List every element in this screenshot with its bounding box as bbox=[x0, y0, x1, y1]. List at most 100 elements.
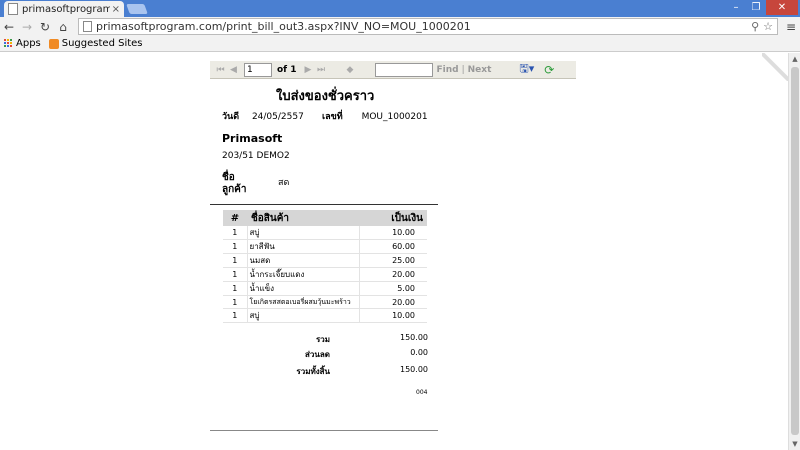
discount-value: 0.00 bbox=[410, 348, 428, 357]
back-to-parent-icon[interactable]: ◆ bbox=[344, 65, 357, 75]
vertical-scrollbar[interactable]: ▲ ▼ bbox=[788, 53, 800, 450]
header-qty: # bbox=[223, 210, 247, 226]
new-tab-button[interactable] bbox=[126, 4, 148, 14]
grand-total-value: 150.00 bbox=[400, 365, 428, 374]
next-page-icon[interactable]: ▶ bbox=[302, 65, 315, 75]
customer-label: ชื่อ ลูกค้า bbox=[222, 172, 247, 195]
company-address: 203/51 DEMO2 bbox=[222, 151, 290, 161]
row-qty: 1 bbox=[223, 239, 247, 254]
report-bottom-line bbox=[210, 430, 438, 431]
date-label: วันดี bbox=[222, 112, 240, 122]
report-viewer-toolbar: ⏮ ◀ 1 of 1 ▶ ⏭ ◆ Find | Next 🖫▾ ⟳ bbox=[210, 61, 576, 79]
items-table: # ชื่อสินค้า เป็นเงิน 1 สบู่ 10.00 1 ยาส… bbox=[223, 210, 427, 323]
restore-icon[interactable]: ❐ bbox=[746, 0, 766, 15]
row-name: สบู่ bbox=[246, 226, 360, 240]
suggested-sites-icon bbox=[48, 38, 59, 49]
discount-label: ส่วนลด bbox=[305, 350, 330, 359]
page-curl-icon bbox=[762, 53, 790, 81]
find-input[interactable] bbox=[374, 62, 433, 77]
table-row: 1 นมสด 25.00 bbox=[223, 253, 427, 268]
table-row: 1 สบู่ 10.00 bbox=[223, 226, 427, 240]
minimize-icon[interactable]: – bbox=[726, 0, 746, 15]
table-row: 1 โยเกิตรสสตอเบอรี่ผสมวุ้นมะพร้าว 20.00 bbox=[223, 295, 427, 309]
row-qty: 1 bbox=[223, 226, 247, 240]
page-info-icon bbox=[83, 21, 92, 32]
page-total-label: of 1 bbox=[277, 64, 297, 75]
tab-strip: primasoftprogram.co × – ❐ ✕ bbox=[0, 0, 800, 17]
row-amount: 25.00 bbox=[359, 253, 427, 268]
window-controls: – ❐ ✕ bbox=[726, 0, 798, 15]
row-amount: 60.00 bbox=[359, 239, 427, 254]
bookmark-apps[interactable]: Apps bbox=[4, 38, 41, 49]
row-amount: 20.00 bbox=[359, 267, 427, 282]
scroll-down-icon[interactable]: ▼ bbox=[789, 438, 800, 450]
number-value: MOU_1000201 bbox=[361, 112, 428, 122]
date-value: 24/05/2557 bbox=[251, 112, 304, 122]
company-name: Primasoft bbox=[222, 132, 283, 145]
find-separator: | bbox=[461, 64, 465, 75]
table-header-row: # ชื่อสินค้า เป็นเงิน bbox=[223, 210, 427, 226]
reload-icon[interactable]: ↻ bbox=[36, 18, 54, 36]
bookmark-label: Suggested Sites bbox=[61, 38, 143, 49]
subtotal-value: 150.00 bbox=[400, 333, 428, 342]
report-title: ใบส่งของชั่วคราว bbox=[276, 89, 375, 104]
subtotal-label: รวม bbox=[315, 335, 330, 344]
row-name: น้ำแข็ง bbox=[246, 281, 360, 296]
table-row: 1 น้ำกระเจี๊ยบแดง 20.00 bbox=[223, 267, 427, 282]
first-page-icon[interactable]: ⏮ bbox=[214, 65, 227, 75]
tab-close-icon[interactable]: × bbox=[112, 4, 120, 15]
row-qty: 1 bbox=[223, 281, 247, 296]
address-bar[interactable]: primasoftprogram.com/print_bill_out3.asp… bbox=[78, 18, 778, 35]
row-qty: 1 bbox=[223, 253, 247, 268]
last-page-icon[interactable]: ⏭ bbox=[315, 65, 328, 75]
find-link[interactable]: Find bbox=[437, 65, 459, 75]
scroll-up-icon[interactable]: ▲ bbox=[789, 53, 800, 65]
forward-icon[interactable]: → bbox=[18, 18, 36, 36]
page-icon bbox=[8, 3, 18, 15]
scroll-thumb[interactable] bbox=[791, 67, 799, 435]
row-qty: 1 bbox=[223, 267, 247, 282]
number-label: เลขที่ bbox=[322, 112, 343, 122]
table-row: 1 สบู่ 10.00 bbox=[223, 308, 427, 323]
page-number-input[interactable]: 1 bbox=[244, 62, 272, 77]
row-amount: 10.00 bbox=[359, 308, 427, 323]
chrome-menu-icon[interactable]: ≡ bbox=[786, 20, 796, 34]
row-amount: 10.00 bbox=[359, 226, 427, 240]
row-qty: 1 bbox=[223, 308, 247, 323]
back-icon[interactable]: ← bbox=[0, 18, 18, 36]
bookmark-star-icon[interactable]: ☆ bbox=[763, 20, 773, 33]
export-save-icon[interactable]: 🖫▾ bbox=[519, 60, 534, 79]
bookmark-suggested-sites[interactable]: Suggested Sites bbox=[48, 38, 143, 49]
row-name: นมสด bbox=[246, 253, 360, 268]
tab-title: primasoftprogram.co bbox=[22, 3, 110, 15]
refresh-icon[interactable]: ⟳ bbox=[544, 63, 554, 77]
header-amount: เป็นเงิน bbox=[359, 210, 427, 226]
bookmarks-bar: Apps Suggested Sites bbox=[0, 36, 800, 52]
browser-tab[interactable]: primasoftprogram.co × bbox=[4, 1, 124, 17]
browser-toolbar: ← → ↻ ⌂ primasoftprogram.com/print_bill_… bbox=[0, 17, 800, 36]
row-amount: 5.00 bbox=[359, 281, 427, 296]
row-qty: 1 bbox=[223, 295, 247, 309]
home-icon[interactable]: ⌂ bbox=[54, 18, 72, 36]
customer-value: สด bbox=[278, 178, 290, 188]
document-code: 004 bbox=[416, 389, 428, 396]
bookmark-label: Apps bbox=[16, 38, 41, 49]
row-name: น้ำกระเจี๊ยบแดง bbox=[246, 267, 360, 282]
row-name: โยเกิตรสสตอเบอรี่ผสมวุ้นมะพร้าว bbox=[246, 295, 360, 309]
divider-line bbox=[210, 204, 438, 205]
previous-page-icon[interactable]: ◀ bbox=[227, 65, 240, 75]
table-row: 1 น้ำแข็ง 5.00 bbox=[223, 281, 427, 296]
table-row: 1 ยาสีฟัน 60.00 bbox=[223, 239, 427, 254]
apps-grid-icon bbox=[4, 39, 13, 48]
header-name: ชื่อสินค้า bbox=[247, 210, 359, 226]
row-name: ยาสีฟัน bbox=[246, 239, 360, 254]
number-row: เลขที่ MOU_1000201 bbox=[322, 109, 428, 123]
date-row: วันดี 24/05/2557 bbox=[222, 109, 304, 123]
grand-total-label: รวมทั้งสิ้น bbox=[296, 367, 330, 376]
url-text[interactable]: primasoftprogram.com/print_bill_out3.asp… bbox=[96, 20, 747, 33]
row-amount: 20.00 bbox=[359, 295, 427, 309]
window-close-icon[interactable]: ✕ bbox=[766, 0, 798, 15]
row-name: สบู่ bbox=[246, 308, 360, 323]
zoom-icon[interactable]: ⚲ bbox=[751, 20, 759, 33]
next-link[interactable]: Next bbox=[468, 65, 492, 75]
